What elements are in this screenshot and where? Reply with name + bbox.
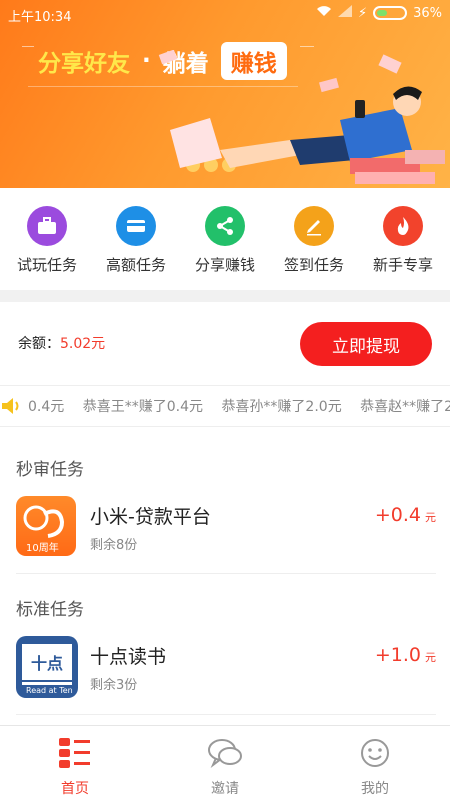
- ten-reading-logo-icon: 十点 Read at Ten: [16, 636, 78, 698]
- ticker-item: 0.4元: [28, 399, 65, 415]
- charging-icon: ⚡: [357, 5, 368, 21]
- battery-percent: 36%: [413, 5, 442, 21]
- reward-amount: +0.4: [374, 504, 421, 526]
- nav-mine[interactable]: 我的: [300, 726, 450, 800]
- nav-home[interactable]: 首页: [0, 726, 150, 800]
- shortcut-label: 签到任务: [283, 256, 344, 274]
- row-separator: [16, 714, 436, 715]
- reward-amount: +1.0: [374, 644, 421, 666]
- signal-icon: [337, 5, 352, 21]
- nav-invite[interactable]: 邀请: [150, 726, 300, 800]
- shortcut-high-reward-tasks[interactable]: 高额任务: [95, 206, 177, 290]
- balance-label: 余额：: [18, 336, 60, 352]
- lying-man-illustration: [158, 50, 445, 184]
- balance-text: 余额：5.02元: [18, 333, 105, 353]
- task-item-ten-reading[interactable]: 十点 Read at Ten 十点读书 剩余3份 +1.0 元: [0, 636, 450, 710]
- shortcut-label: 试玩任务: [16, 256, 77, 274]
- status-icons: ⚡ 36%: [316, 5, 442, 21]
- task-reward: +1.0 元: [375, 644, 436, 666]
- home-grid-icon: [59, 738, 91, 772]
- winner-ticker: 0.4元 恭喜王**赚了0.4元 恭喜孙**赚了2.0元 恭喜赵**赚了2: [0, 385, 450, 427]
- share-icon: [205, 206, 245, 246]
- wifi-icon: [316, 5, 332, 21]
- ticker-item: 恭喜王**赚了0.4元: [82, 399, 203, 415]
- shortcut-trial-tasks[interactable]: 试玩任务: [6, 206, 88, 290]
- shortcut-share-earn[interactable]: 分享赚钱: [184, 206, 266, 290]
- nav-mine-label: 我的: [361, 781, 389, 797]
- ten-reading-caption: Read at Ten: [26, 686, 73, 695]
- nav-home-label: 首页: [61, 781, 89, 797]
- section-divider: [0, 290, 450, 302]
- xiaomi-loan-logo-icon: 10周年: [16, 496, 76, 556]
- pencil-icon: [294, 206, 334, 246]
- section-title-quick: 秒审任务: [16, 460, 84, 480]
- task-reward: +0.4 元: [375, 504, 436, 526]
- task-name: 十点读书: [90, 646, 167, 668]
- promo-banner[interactable]: 上午10:34 ⚡ 36% 分享好友 · 躺着 赚钱: [0, 0, 450, 188]
- reward-unit: 元: [425, 651, 436, 664]
- shortcut-label: 高额任务: [105, 256, 166, 274]
- balance-value: 5.02元: [60, 336, 106, 352]
- shortcut-bar: 试玩任务 高额任务 分享赚钱 签到任务 新手专享: [0, 188, 450, 290]
- status-time: 上午10:34: [8, 10, 72, 25]
- withdraw-button[interactable]: 立即提现: [300, 322, 432, 366]
- ticker-track: 0.4元 恭喜王**赚了0.4元 恭喜孙**赚了2.0元 恭喜赵**赚了2: [28, 396, 450, 416]
- shortcut-checkin-tasks[interactable]: 签到任务: [273, 206, 355, 290]
- shortcut-newbie-exclusive[interactable]: 新手专享: [362, 206, 444, 290]
- briefcase-icon: [27, 206, 67, 246]
- smiley-icon: [360, 738, 390, 772]
- nav-invite-label: 邀请: [211, 781, 239, 797]
- task-name: 小米-贷款平台: [90, 506, 211, 528]
- status-bar: 上午10:34 ⚡ 36%: [0, 0, 450, 28]
- row-separator: [16, 573, 436, 574]
- battery-icon: [373, 6, 408, 20]
- speaker-icon: [0, 386, 22, 426]
- banner-share-text: 分享好友: [38, 51, 130, 77]
- task-remaining: 剩余8份: [90, 538, 138, 553]
- ticker-item: 恭喜孙**赚了2.0元: [221, 399, 342, 415]
- chat-bubbles-icon: [208, 738, 242, 772]
- bottom-nav: 首页 邀请 我的: [0, 725, 450, 800]
- shortcut-label: 分享赚钱: [194, 256, 255, 274]
- task-item-xiaomi-loan[interactable]: 10周年 小米-贷款平台 剩余8份 +0.4 元: [0, 496, 450, 570]
- svg-text:十点: 十点: [31, 654, 63, 673]
- task-remaining: 剩余3份: [90, 678, 138, 693]
- reward-unit: 元: [425, 511, 436, 524]
- flame-icon: [383, 206, 423, 246]
- card-icon: [116, 206, 156, 246]
- shortcut-label: 新手专享: [372, 256, 433, 274]
- balance-row: 余额：5.02元 立即提现: [0, 302, 450, 380]
- section-title-standard: 标准任务: [16, 600, 84, 620]
- ticker-item: 恭喜赵**赚了2: [360, 399, 450, 415]
- anniversary-badge: 10周年: [26, 543, 59, 554]
